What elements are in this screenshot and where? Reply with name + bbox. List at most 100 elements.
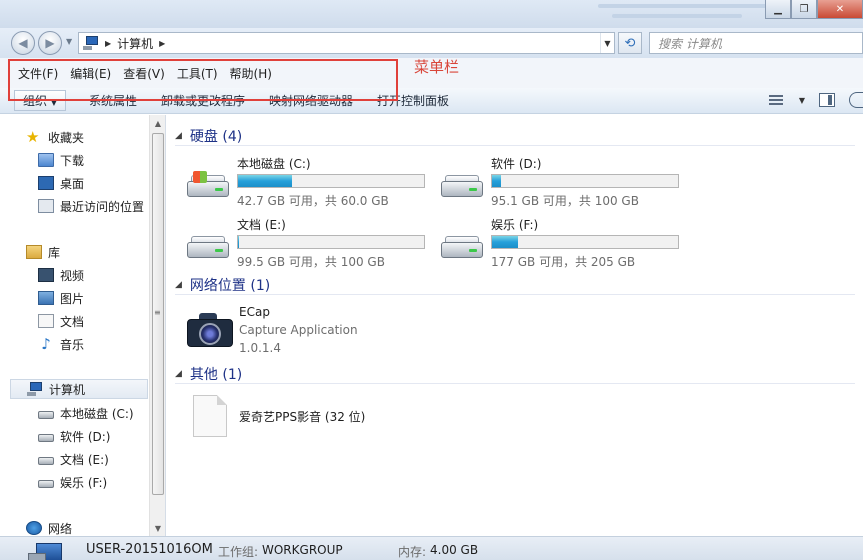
uninstall-program-button[interactable]: 卸载或更改程序 xyxy=(152,90,260,111)
forward-button[interactable]: ▶ xyxy=(38,31,62,55)
menu-view[interactable]: 查看(V) xyxy=(119,63,173,84)
title-bar: ▁ ❐ ✕ xyxy=(0,0,863,28)
nav-network[interactable]: 网络 xyxy=(26,518,72,538)
star-icon: ★ xyxy=(26,128,40,146)
drive-c-name: 本地磁盘 (C:) xyxy=(237,157,311,171)
network-icon xyxy=(26,521,42,535)
nav-favorites[interactable]: ★ 收藏夹 xyxy=(26,127,84,147)
drive-icon xyxy=(185,234,231,262)
status-memory: 4.00 GB xyxy=(430,543,479,557)
other-item-pps[interactable]: 爱奇艺PPS影音 (32 位) xyxy=(193,395,493,439)
minimize-button[interactable]: ▁ xyxy=(765,0,791,19)
nav-drive-c[interactable]: 本地磁盘 (C:) xyxy=(38,403,134,423)
nav-music[interactable]: ♪ 音乐 xyxy=(38,334,84,354)
group-hard-disks[interactable]: ◢ 硬盘 (4) xyxy=(175,126,855,146)
drive-f[interactable]: 娱乐 (F:) 177 GB 可用，共 205 GB xyxy=(439,216,689,270)
collapse-triangle-icon[interactable]: ◢ xyxy=(175,131,182,141)
nav-music-label: 音乐 xyxy=(60,337,85,352)
help-icon[interactable] xyxy=(849,92,863,108)
nav-libraries[interactable]: 库 xyxy=(26,242,60,262)
group-network-locations[interactable]: ◢ 网络位置 (1) xyxy=(175,275,855,295)
nav-computer[interactable]: 计算机 xyxy=(10,379,148,399)
recent-pages-dropdown[interactable]: ▼ xyxy=(66,37,72,46)
collapse-triangle-icon[interactable]: ◢ xyxy=(175,280,182,290)
app-version: 1.0.1.4 xyxy=(239,341,281,355)
search-placeholder: 搜索 计算机 xyxy=(658,36,722,51)
nav-drive-e[interactable]: 文档 (E:) xyxy=(38,449,109,469)
nav-downloads-label: 下载 xyxy=(60,153,85,168)
computer-icon xyxy=(83,36,99,50)
menu-edit[interactable]: 编辑(E) xyxy=(66,63,119,84)
change-view-icon[interactable] xyxy=(767,92,785,108)
pictures-icon xyxy=(38,291,54,305)
search-input[interactable]: 搜索 计算机 xyxy=(649,32,863,54)
group-divider xyxy=(175,294,855,295)
close-button[interactable]: ✕ xyxy=(817,0,863,19)
drive-d-free-space: 95.1 GB 可用，共 100 GB xyxy=(491,194,639,208)
nav-drive-d[interactable]: 软件 (D:) xyxy=(38,426,110,446)
group-hard-disks-label: 硬盘 (4) xyxy=(189,129,243,145)
menu-bar-annotation-label: 菜单栏 xyxy=(414,58,460,76)
refresh-button[interactable]: ⟲ xyxy=(618,32,642,54)
nav-drive-f-label: 娱乐 (F:) xyxy=(60,475,108,490)
nav-recent-places[interactable]: 最近访问的位置 xyxy=(38,196,144,216)
nav-videos[interactable]: 视频 xyxy=(38,265,84,285)
view-options-dropdown[interactable]: ▼ xyxy=(799,96,805,105)
nav-drive-d-label: 软件 (D:) xyxy=(60,429,111,444)
group-other[interactable]: ◢ 其他 (1) xyxy=(175,364,855,384)
arrow-left-icon: ◀ xyxy=(18,36,28,50)
window-controls: ▁ ❐ ✕ xyxy=(765,0,863,19)
command-bar: 组织 ▼ 系统属性 卸载或更改程序 映射网络驱动器 打开控制面板 ▼ xyxy=(0,88,863,114)
preview-pane-icon[interactable] xyxy=(819,93,835,107)
map-network-drive-button[interactable]: 映射网络驱动器 xyxy=(260,90,368,111)
collapse-triangle-icon[interactable]: ◢ xyxy=(175,369,182,379)
breadcrumb-separator-icon[interactable]: ▶ xyxy=(105,39,111,48)
computer-icon xyxy=(28,543,62,560)
drive-icon xyxy=(439,234,485,262)
scroll-up-icon[interactable]: ▲ xyxy=(150,115,166,131)
nav-network-label: 网络 xyxy=(48,521,73,536)
breadcrumb-computer[interactable]: 计算机 xyxy=(117,35,153,52)
content-pane: ◢ 硬盘 (4) 本地磁盘 (C:) 42.7 GB 可用，共 60.0 GB … xyxy=(167,115,863,536)
local-disk-icon xyxy=(185,171,231,201)
nav-pictures[interactable]: 图片 xyxy=(38,288,84,308)
drive-e[interactable]: 文档 (E:) 99.5 GB 可用，共 100 GB xyxy=(185,216,435,270)
navigation-pane: ★ 收藏夹 下载 桌面 最近访问的位置 库 视频 图片 文档 ♪ 音乐 计算机 … xyxy=(0,115,166,536)
nav-desktop-label: 桌面 xyxy=(60,176,85,191)
nav-favorites-label: 收藏夹 xyxy=(48,130,85,145)
drive-d-name: 软件 (D:) xyxy=(491,157,542,171)
address-dropdown[interactable]: ▼ xyxy=(600,33,614,53)
title-bar-blur xyxy=(598,4,770,8)
refresh-icon: ⟲ xyxy=(624,35,636,51)
nav-downloads[interactable]: 下载 xyxy=(38,150,84,170)
menu-tools[interactable]: 工具(T) xyxy=(173,63,226,84)
nav-scrollbar[interactable]: ▲ ≡ ▼ xyxy=(149,115,165,536)
drive-c-usage-bar xyxy=(237,174,425,188)
maximize-button[interactable]: ❐ xyxy=(791,0,817,19)
drive-d[interactable]: 软件 (D:) 95.1 GB 可用，共 100 GB xyxy=(439,155,689,209)
drive-icon xyxy=(38,456,54,465)
nav-libraries-label: 库 xyxy=(48,245,61,260)
downloads-folder-icon xyxy=(38,153,54,167)
menu-help[interactable]: 帮助(H) xyxy=(226,63,280,84)
nav-documents[interactable]: 文档 xyxy=(38,311,84,331)
group-other-label: 其他 (1) xyxy=(189,367,243,383)
scroll-down-icon[interactable]: ▼ xyxy=(150,520,166,536)
network-location-ecap[interactable]: ECap Capture Application 1.0.1.4 xyxy=(185,305,485,357)
music-icon: ♪ xyxy=(41,335,51,353)
camera-icon xyxy=(187,311,233,347)
nav-desktop[interactable]: 桌面 xyxy=(38,173,84,193)
organize-button[interactable]: 组织 ▼ xyxy=(14,90,66,111)
open-control-panel-button[interactable]: 打开控制面板 xyxy=(368,90,464,111)
address-box[interactable]: ▶ 计算机 ▶ ▼ xyxy=(78,32,615,54)
close-icon: ✕ xyxy=(835,3,845,15)
library-icon xyxy=(26,245,42,259)
app-description: Capture Application xyxy=(239,323,358,337)
breadcrumb-separator-icon[interactable]: ▶ xyxy=(159,39,165,48)
menu-file[interactable]: 文件(F) xyxy=(14,63,66,84)
back-button[interactable]: ◀ xyxy=(11,31,35,55)
nav-drive-f[interactable]: 娱乐 (F:) xyxy=(38,472,107,492)
system-properties-button[interactable]: 系统属性 xyxy=(80,90,152,111)
drive-c[interactable]: 本地磁盘 (C:) 42.7 GB 可用，共 60.0 GB xyxy=(185,155,435,209)
arrow-right-icon: ▶ xyxy=(45,36,55,50)
